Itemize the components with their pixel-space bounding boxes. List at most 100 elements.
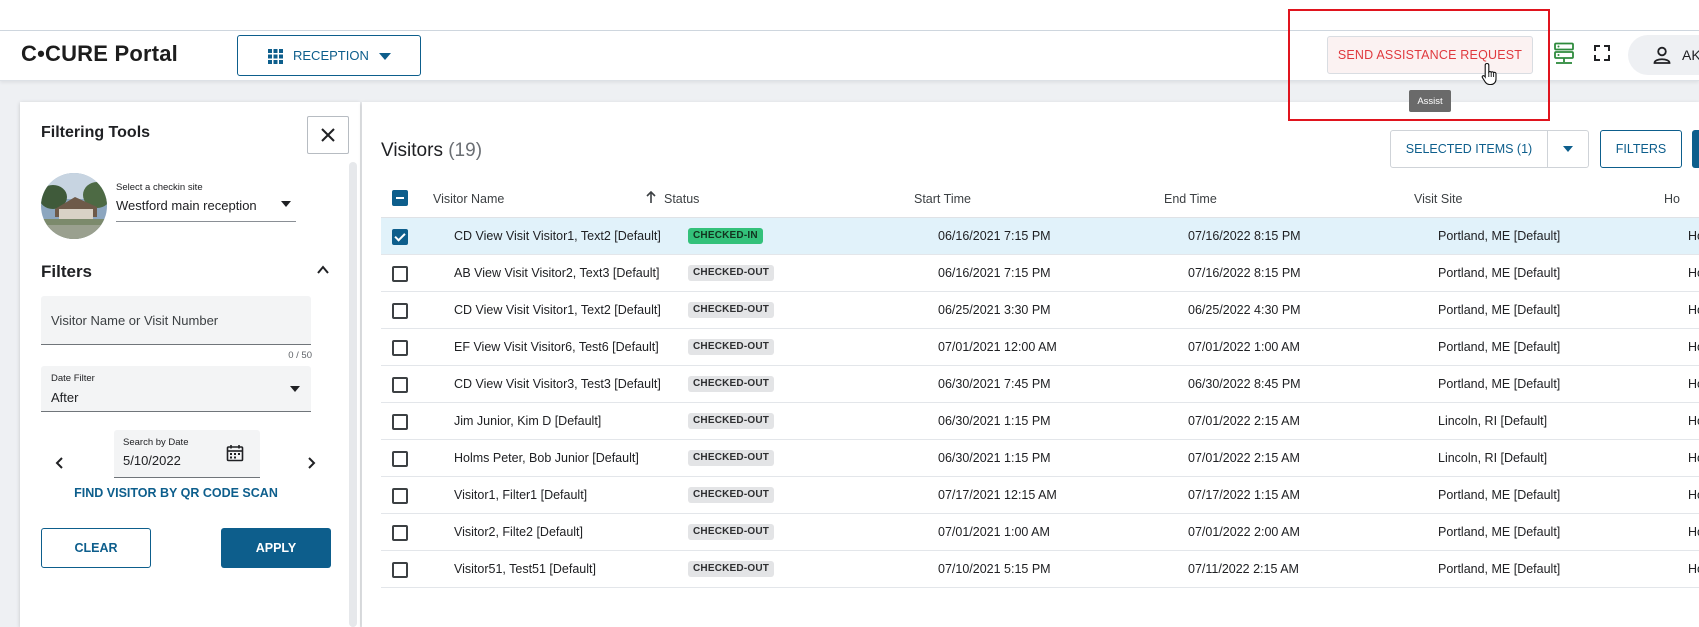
- status-badge: CHECKED-OUT: [688, 376, 775, 392]
- column-visitor-name[interactable]: Visitor Name: [433, 192, 504, 206]
- checkin-site-label: Select a checkin site: [116, 182, 203, 193]
- table-row[interactable]: CD View Visit Visitor1, Text2 [Default] C…: [381, 218, 1699, 255]
- row-checkbox[interactable]: [392, 266, 408, 282]
- table-row[interactable]: CD View Visit Visitor3, Test3 [Default] C…: [381, 366, 1699, 403]
- selected-items-button[interactable]: SELECTED ITEMS (1): [1391, 131, 1548, 167]
- table-row[interactable]: Visitor1, Filter1 [Default] CHECKED-OUT 07…: [381, 477, 1699, 514]
- date-filter-select[interactable]: Date Filter After: [41, 366, 311, 412]
- filtering-tools-panel: Filtering Tools Select a checkin site We…: [20, 102, 360, 627]
- start-time-cell: 07/01/2021 12:00 AM: [938, 340, 1057, 354]
- selected-items-dropdown[interactable]: [1548, 131, 1588, 167]
- status-badge: CHECKED-OUT: [688, 339, 775, 355]
- toolbar-action-button[interactable]: [1692, 130, 1699, 168]
- column-host[interactable]: Ho: [1664, 192, 1680, 206]
- close-icon: [321, 128, 335, 142]
- visitor-name-cell[interactable]: Visitor1, Filter1 [Default]: [454, 488, 662, 502]
- table-row[interactable]: Visitor51, Test51 [Default] CHECKED-OUT 07…: [381, 551, 1699, 588]
- column-end-time[interactable]: End Time: [1164, 192, 1217, 206]
- user-icon: [1653, 46, 1671, 64]
- close-panel-button[interactable]: [307, 116, 349, 154]
- chevron-right-icon[interactable]: [305, 456, 317, 470]
- caret-down-icon: [281, 201, 291, 207]
- end-time-cell: 07/01/2022 2:15 AM: [1188, 451, 1300, 465]
- panel-title: Filtering Tools: [41, 124, 151, 141]
- row-checkbox[interactable]: [392, 488, 408, 504]
- visitors-title-text: Visitors: [381, 140, 443, 161]
- visit-site-cell: Portland, ME [Default]: [1438, 377, 1561, 391]
- row-checkbox[interactable]: [392, 303, 408, 319]
- visitors-title: Visitors (19): [381, 140, 482, 162]
- module-switcher-button[interactable]: RECEPTION: [237, 35, 421, 76]
- visitor-name-cell[interactable]: Holms Peter, Bob Junior [Default]: [454, 451, 662, 465]
- column-status[interactable]: Status: [664, 192, 699, 206]
- visitor-name-cell[interactable]: AB View Visit Visitor2, Text3 [Default]: [454, 266, 662, 280]
- date-filter-label: Date Filter: [51, 373, 95, 384]
- start-time-cell: 06/25/2021 3:30 PM: [938, 303, 1051, 317]
- send-assistance-request-button[interactable]: SEND ASSISTANCE REQUEST: [1327, 36, 1533, 74]
- status-badge: CHECKED-OUT: [688, 302, 775, 318]
- table-row[interactable]: AB View Visit Visitor2, Text3 [Default] C…: [381, 255, 1699, 292]
- visit-site-cell: Portland, ME [Default]: [1438, 340, 1561, 354]
- host-cell: Ho: [1688, 377, 1699, 391]
- visit-site-cell: Lincoln, RI [Default]: [1438, 451, 1548, 465]
- apply-button[interactable]: APPLY: [221, 528, 331, 568]
- host-cell: Ho: [1688, 303, 1699, 317]
- search-date-input[interactable]: Search by Date 5/10/2022: [114, 430, 260, 478]
- panel-scrollbar[interactable]: [349, 162, 357, 627]
- calendar-icon[interactable]: [226, 444, 244, 462]
- status-badge: CHECKED-OUT: [688, 561, 775, 577]
- visitor-name-cell[interactable]: CD View Visit Visitor1, Text2 [Default]: [454, 303, 662, 317]
- caret-down-icon: [290, 386, 300, 392]
- row-checkbox[interactable]: [392, 377, 408, 393]
- start-time-cell: 06/30/2021 1:15 PM: [938, 451, 1051, 465]
- table-row[interactable]: EF View Visit Visitor6, Test6 [Default] C…: [381, 329, 1699, 366]
- end-time-cell: 06/25/2022 4:30 PM: [1188, 303, 1301, 317]
- row-checkbox[interactable]: [392, 414, 408, 430]
- row-checkbox[interactable]: [392, 525, 408, 541]
- network-status-icon[interactable]: [1553, 42, 1575, 66]
- table-row[interactable]: Jim Junior, Kim D [Default] CHECKED-OUT 06…: [381, 403, 1699, 440]
- table-row[interactable]: Holms Peter, Bob Junior [Default] CHECKED…: [381, 440, 1699, 477]
- checkin-site-select[interactable]: Select a checkin site Westford main rece…: [116, 178, 296, 222]
- visitor-name-cell[interactable]: Jim Junior, Kim D [Default]: [454, 414, 662, 428]
- search-date-label: Search by Date: [123, 437, 189, 448]
- host-cell: Ho: [1688, 488, 1699, 502]
- start-time-cell: 06/30/2021 1:15 PM: [938, 414, 1051, 428]
- end-time-cell: 07/01/2022 1:00 AM: [1188, 340, 1300, 354]
- visitor-name-cell[interactable]: CD View Visit Visitor3, Test3 [Default]: [454, 377, 662, 391]
- browser-top-strip: [0, 0, 1699, 31]
- select-all-checkbox[interactable]: [392, 190, 408, 206]
- end-time-cell: 07/01/2022 2:15 AM: [1188, 414, 1300, 428]
- column-visit-site[interactable]: Visit Site: [1414, 192, 1462, 206]
- start-time-cell: 06/30/2021 7:45 PM: [938, 377, 1051, 391]
- character-counter: 0 / 50: [288, 350, 312, 361]
- end-time-cell: 06/30/2022 8:45 PM: [1188, 377, 1301, 391]
- row-checkbox[interactable]: [392, 562, 408, 578]
- start-time-cell: 06/16/2021 7:15 PM: [938, 266, 1051, 280]
- visitor-name-cell[interactable]: CD View Visit Visitor1, Text2 [Default]: [454, 229, 662, 243]
- row-checkbox[interactable]: [392, 451, 408, 467]
- visitor-name-cell[interactable]: Visitor2, Filte2 [Default]: [454, 525, 662, 539]
- row-checkbox[interactable]: [392, 340, 408, 356]
- selected-items-group: SELECTED ITEMS (1): [1390, 130, 1589, 168]
- search-date-value: 5/10/2022: [123, 453, 181, 468]
- visitor-search-input[interactable]: Visitor Name or Visit Number: [41, 296, 311, 345]
- row-checkbox[interactable]: [392, 229, 408, 245]
- chevron-up-icon[interactable]: [316, 264, 330, 276]
- filters-button[interactable]: FILTERS: [1600, 130, 1682, 168]
- clear-button[interactable]: CLEAR: [41, 528, 151, 568]
- visitor-name-cell[interactable]: Visitor51, Test51 [Default]: [454, 562, 662, 576]
- fullscreen-icon[interactable]: [1594, 45, 1610, 61]
- user-menu-button[interactable]: AK: [1628, 35, 1699, 75]
- table-row[interactable]: Visitor2, Filte2 [Default] CHECKED-OUT 07/…: [381, 514, 1699, 551]
- chevron-left-icon[interactable]: [54, 456, 66, 470]
- find-visitor-qr-link[interactable]: FIND VISITOR BY QR CODE SCAN: [41, 486, 311, 506]
- visitor-name-cell[interactable]: EF View Visit Visitor6, Test6 [Default]: [454, 340, 662, 354]
- status-badge: CHECKED-OUT: [688, 487, 775, 503]
- app-header: C•CURE Portal RECEPTION SEND ASSISTANCE …: [0, 31, 1699, 81]
- column-start-time[interactable]: Start Time: [914, 192, 971, 206]
- host-cell: Ho: [1688, 266, 1699, 280]
- sort-ascending-icon[interactable]: [645, 190, 657, 204]
- table-row[interactable]: CD View Visit Visitor1, Text2 [Default] C…: [381, 292, 1699, 329]
- filters-heading: Filters: [41, 262, 93, 281]
